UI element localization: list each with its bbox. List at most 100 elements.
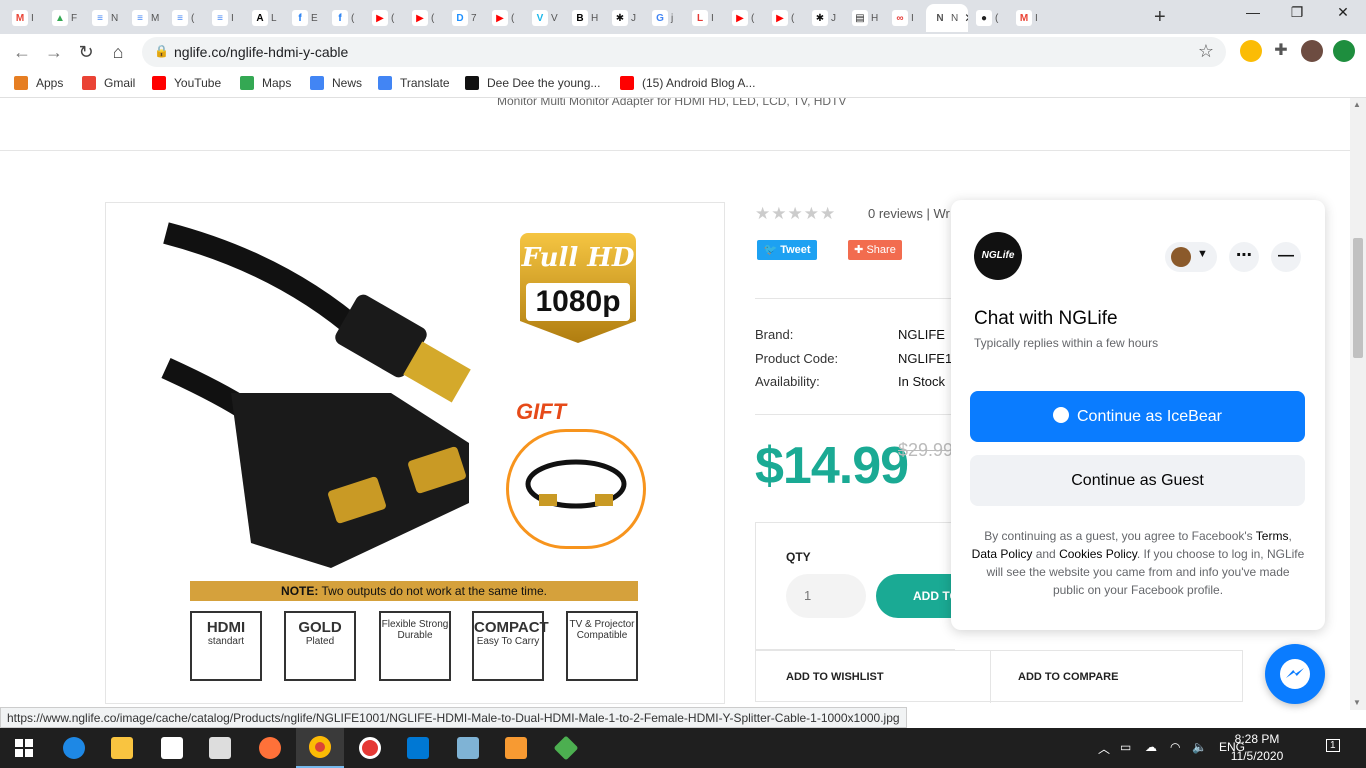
bookmark-item[interactable]: (15) Android Blog A... [620, 76, 755, 90]
profile-avatar[interactable] [1301, 40, 1323, 62]
browser-tab[interactable]: BH [566, 4, 604, 32]
sublime-taskbar-icon[interactable] [492, 728, 540, 768]
brand-label: Brand: [755, 327, 794, 342]
tweet-button[interactable]: 🐦 Tweet [757, 240, 817, 260]
minimize-chat-icon[interactable]: — [1271, 242, 1301, 272]
reload-icon[interactable]: ↻ [74, 40, 98, 64]
bookmark-item[interactable]: Maps [240, 76, 291, 90]
browser-tab[interactable]: ●( [970, 4, 1008, 32]
app-taskbar-icon[interactable] [542, 728, 590, 768]
back-icon[interactable]: ← [10, 40, 34, 64]
extensions-puzzle-icon[interactable]: ✚ [1270, 40, 1292, 62]
browser-tab[interactable]: NN ✕ [926, 4, 968, 32]
data-policy-link[interactable]: Data Policy [972, 547, 1033, 561]
bookmark-item[interactable]: Apps [14, 76, 63, 90]
browser-tab[interactable]: VV [526, 4, 564, 32]
close-window-button[interactable]: ✕ [1320, 4, 1366, 21]
add-to-wishlist-link[interactable]: ADD TO WISHLIST [786, 671, 884, 683]
browser-tab[interactable]: ≡ M [126, 4, 164, 32]
browser-tab[interactable]: AL [246, 4, 284, 32]
show-hidden-icons[interactable]: ︿ [1098, 740, 1110, 757]
update-icon[interactable] [1333, 40, 1355, 62]
browser-tab[interactable]: LI [686, 4, 724, 32]
maximize-button[interactable]: ❐ [1274, 4, 1320, 21]
account-switcher[interactable]: ▼ [1165, 242, 1217, 272]
share-label: Share [866, 244, 896, 256]
browser-tab[interactable]: ≡ I [206, 4, 244, 32]
brand-value[interactable]: NGLIFE [898, 327, 945, 342]
home-icon[interactable]: ⌂ [106, 40, 130, 64]
wifi-icon[interactable]: ◠ [1170, 740, 1180, 754]
forward-icon[interactable]: → [42, 40, 66, 64]
browser-tab[interactable]: ▶( [766, 4, 804, 32]
add-to-compare-link[interactable]: ADD TO COMPARE [1018, 671, 1118, 683]
note-bold: NOTE: [281, 584, 319, 598]
minimize-button[interactable]: — [1230, 4, 1276, 20]
scroll-down-icon[interactable]: ▼ [1353, 698, 1361, 707]
browser-tab[interactable]: ▲ F [46, 4, 84, 32]
edge-taskbar-icon[interactable] [50, 728, 98, 768]
page-scrollbar[interactable]: ▲ ▼ [1350, 98, 1366, 710]
bookmark-item[interactable]: Translate [378, 76, 450, 90]
address-bar[interactable]: 🔒 nglife.co/nglife-hdmi-y-cable ☆ [142, 37, 1226, 67]
browser-tab[interactable]: ▶( [406, 4, 444, 32]
new-tab-button[interactable]: + [1154, 6, 1166, 29]
notification-center[interactable]: 1 [1326, 739, 1340, 752]
tab-favicon-icon: ● [976, 10, 992, 26]
continue-as-guest-button[interactable]: Continue as Guest [970, 455, 1305, 506]
browser-tab[interactable]: ▶( [486, 4, 524, 32]
browser-tab[interactable]: ▤ H [846, 4, 884, 32]
browser-tab[interactable]: ≡ N [86, 4, 124, 32]
chat-title: Chat with NGLife [974, 308, 1118, 329]
notes-taskbar-icon[interactable] [444, 728, 492, 768]
start-button[interactable] [0, 728, 48, 768]
terms-link[interactable]: Terms [1256, 529, 1289, 543]
more-options-icon[interactable]: ⋯ [1229, 242, 1259, 272]
rating-stars[interactable]: ★★★★★ [755, 204, 836, 224]
store-taskbar-icon[interactable] [148, 728, 196, 768]
browser-tab[interactable]: D7 [446, 4, 484, 32]
browser-tab[interactable]: ▶( [726, 4, 764, 32]
browser-tab[interactable]: ∞ I [886, 4, 924, 32]
qty-input[interactable]: 1 [786, 574, 866, 618]
browser-tab[interactable]: ≡( [166, 4, 204, 32]
cloud-icon[interactable]: ☁ [1145, 740, 1157, 754]
cookies-policy-link[interactable]: Cookies Policy [1059, 547, 1137, 561]
messenger-chat-button[interactable] [1265, 644, 1325, 704]
bookmark-item[interactable]: YouTube [152, 76, 221, 90]
browser-tab[interactable]: fE [286, 4, 324, 32]
file-explorer-taskbar-icon[interactable] [98, 728, 146, 768]
clock[interactable]: 8:28 PM 11/5/2020 [1222, 731, 1292, 765]
volume-icon[interactable]: 🔈 [1192, 740, 1207, 754]
bookmark-item[interactable]: Gmail [82, 76, 135, 90]
vscode-taskbar-icon[interactable] [394, 728, 442, 768]
divider [0, 150, 1350, 151]
bookmark-item[interactable]: Dee Dee the young... [465, 76, 600, 90]
scroll-up-icon[interactable]: ▲ [1353, 100, 1361, 109]
tab-favicon-icon: f [292, 10, 308, 26]
browser-tab[interactable]: ✱ J [806, 4, 844, 32]
mail-taskbar-icon[interactable] [196, 728, 244, 768]
close-tab-icon[interactable]: ✕ [964, 11, 968, 25]
browser-tab[interactable]: MI [1010, 4, 1048, 32]
firefox-taskbar-icon[interactable] [246, 728, 294, 768]
browser-tab[interactable]: f( [326, 4, 364, 32]
scrollbar-thumb[interactable] [1353, 238, 1363, 358]
extension-on-icon[interactable] [1240, 40, 1262, 62]
product-image[interactable]: Full HD 1080p GIFT NOTE: Two outputs do … [105, 202, 725, 704]
browser-tab[interactable]: Gj [646, 4, 684, 32]
recorder-taskbar-icon[interactable] [346, 728, 394, 768]
reviews-link[interactable]: 0 reviews | Wr [868, 206, 950, 221]
bookmark-icon [240, 76, 254, 90]
browser-tab[interactable]: ✱ J [606, 4, 644, 32]
bookmark-item[interactable]: News [310, 76, 362, 90]
chrome-taskbar-icon[interactable] [296, 728, 344, 768]
messenger-chat-popup: NGLife ▼ ⋯ — Chat with NGLife Typically … [951, 200, 1325, 630]
battery-icon[interactable]: ▭ [1120, 740, 1131, 754]
browser-tab[interactable]: MI [6, 4, 44, 32]
continue-as-user-button[interactable]: Continue as IceBear [970, 391, 1305, 442]
bookmark-star-icon[interactable]: ☆ [1198, 41, 1214, 62]
browser-tab[interactable]: ▶( [366, 4, 404, 32]
share-button[interactable]: ✚ Share [848, 240, 902, 260]
address-url[interactable]: nglife.co/nglife-hdmi-y-cable [174, 44, 348, 60]
